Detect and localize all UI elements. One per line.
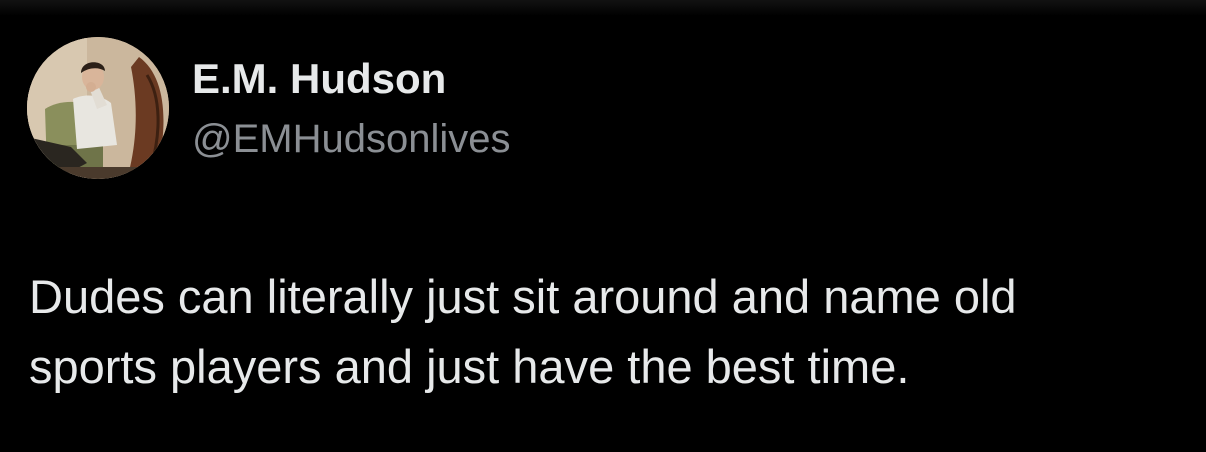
tweet-text-line-1: Dudes can literally just sit around and … bbox=[29, 270, 1017, 323]
author-display-name[interactable]: E.M. Hudson bbox=[192, 54, 446, 104]
author-avatar[interactable] bbox=[27, 37, 169, 179]
profile-photo-icon bbox=[27, 37, 169, 179]
tweet-card: E.M. Hudson @EMHudsonlives Dudes can lit… bbox=[0, 0, 1206, 452]
top-divider bbox=[0, 0, 1206, 16]
author-handle[interactable]: @EMHudsonlives bbox=[192, 115, 511, 163]
tweet-text: Dudes can literally just sit around and … bbox=[29, 262, 1189, 402]
tweet-text-line-2: sports players and just have the best ti… bbox=[29, 340, 910, 393]
